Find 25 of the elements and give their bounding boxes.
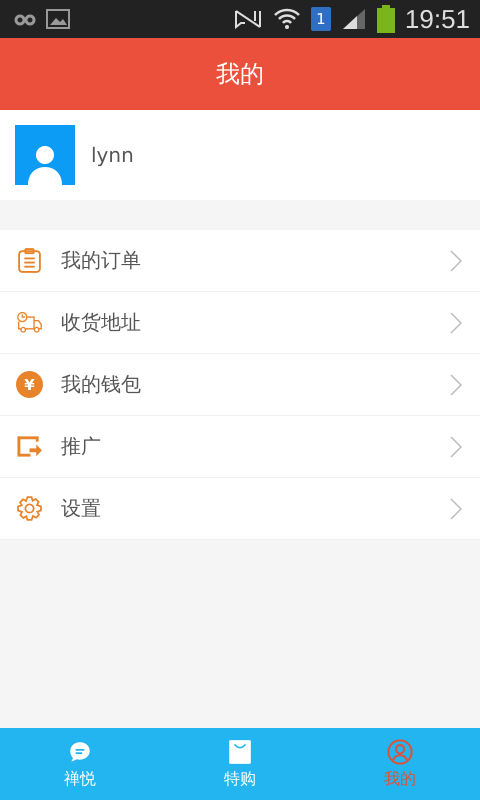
yen-icon: ¥ [16, 371, 43, 398]
page-title: 我的 [216, 59, 264, 90]
menu-item[interactable]: 设置 [0, 478, 480, 540]
settings-icon [16, 495, 43, 522]
menu-item[interactable]: 我的订单 [0, 230, 480, 292]
chevron-icon [450, 374, 462, 396]
mute-icon [232, 8, 263, 30]
menu-item[interactable]: 收货地址 [0, 292, 480, 354]
clipboard-icon [16, 247, 43, 274]
sim-indicator: 1 [310, 7, 331, 31]
avatar[interactable] [15, 125, 75, 185]
chevron-icon [450, 312, 462, 334]
bag-icon [227, 738, 253, 764]
wifi-icon [272, 6, 301, 32]
battery-icon [376, 5, 395, 33]
chevron-icon [450, 498, 462, 520]
username: lynn [91, 143, 134, 167]
menu-item[interactable]: ¥ 我的钱包 [0, 354, 480, 416]
user-icon [387, 738, 413, 764]
signal-icon [340, 8, 367, 30]
menu-item[interactable]: 推广 [0, 416, 480, 478]
chevron-icon [450, 250, 462, 272]
chevron-icon [450, 436, 462, 458]
image-icon [46, 9, 70, 29]
clock: 19:51 [404, 4, 470, 34]
